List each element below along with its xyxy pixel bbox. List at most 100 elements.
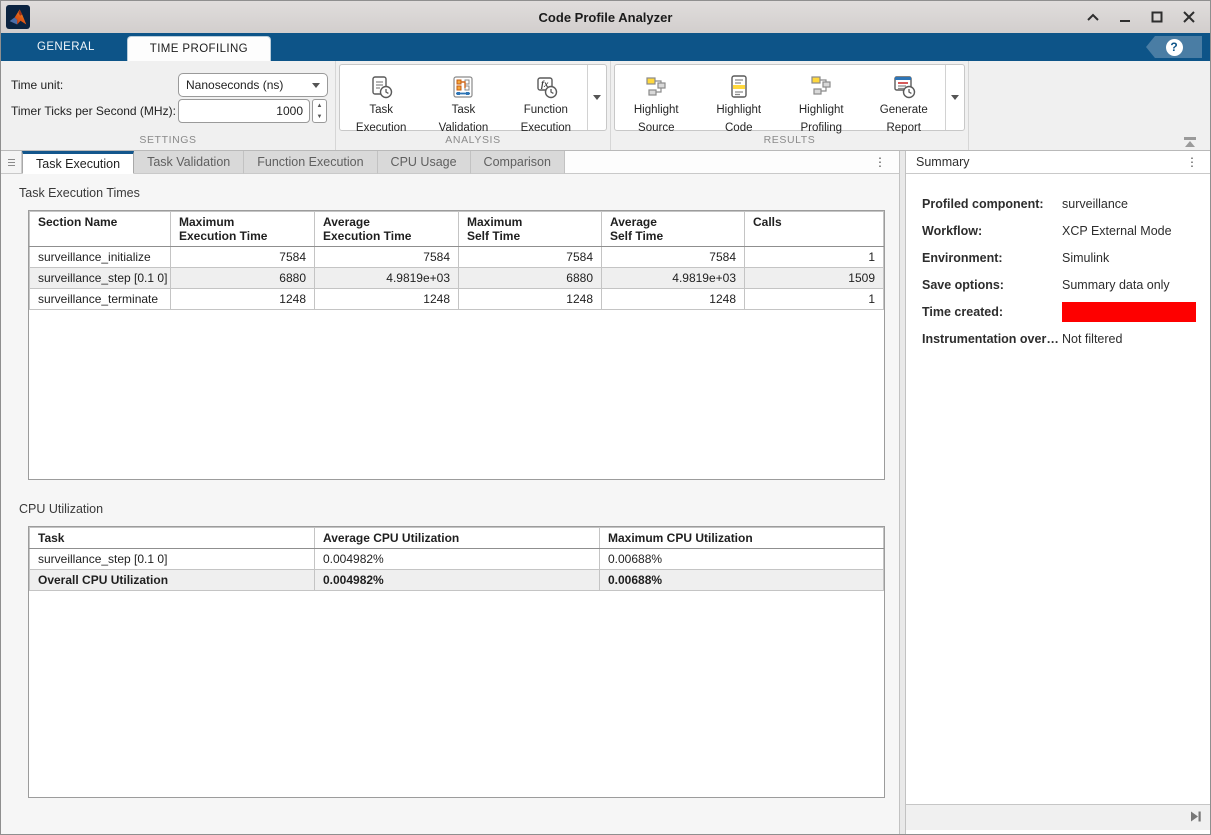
doc-tab-cpu-usage[interactable]: CPU Usage xyxy=(378,151,471,174)
highlight-source-button[interactable]: Highlight Source xyxy=(615,65,698,130)
col-header-task[interactable]: Task xyxy=(30,528,315,549)
analysis-section: Task Execution xyxy=(336,61,611,150)
highlight-profiling-label-1: Highlight xyxy=(799,103,844,118)
document-panel: Task Execution Task Validation Function … xyxy=(1,151,900,834)
col-header-avg-self-time[interactable]: AverageSelf Time xyxy=(602,212,745,247)
function-execution-label-1: Function xyxy=(524,103,568,118)
summary-field-workflow: Workflow: XCP External Mode xyxy=(922,217,1202,244)
highlight-code-button[interactable]: Highlight Code xyxy=(698,65,781,130)
task-validation-button[interactable]: Task Validation xyxy=(422,65,504,130)
function-execution-icon: fx xyxy=(532,74,560,100)
timer-ticks-stepper[interactable]: ▲ ▼ xyxy=(312,99,327,123)
summary-field-environment: Environment: Simulink xyxy=(922,244,1202,271)
task-validation-label-2: Validation xyxy=(439,121,489,136)
help-icon: ? xyxy=(1166,39,1183,56)
summary-field-instrumentation-overhead: Instrumentation over… Not filtered xyxy=(922,325,1202,352)
task-execution-icon xyxy=(367,74,395,100)
chevron-down-icon xyxy=(951,95,959,100)
highlight-profiling-label-2: Profiling xyxy=(800,121,842,136)
document-tab-strip: Task Execution Task Validation Function … xyxy=(1,151,899,174)
highlight-code-icon xyxy=(725,74,753,100)
col-header-max-self-time[interactable]: MaximumSelf Time xyxy=(459,212,602,247)
highlight-code-label-1: Highlight xyxy=(716,103,761,118)
table-row[interactable]: surveillance_initialize 7584 7584 7584 7… xyxy=(30,247,884,268)
ribbon-tab-bar: GENERAL TIME PROFILING ? xyxy=(1,33,1210,61)
settings-section: Time unit: Nanoseconds (ns) Timer Ticks … xyxy=(1,61,336,150)
timer-ticks-label: Timer Ticks per Second (MHz): xyxy=(11,104,178,118)
generate-report-icon xyxy=(890,74,918,100)
summary-footer xyxy=(906,804,1210,830)
col-header-calls[interactable]: Calls xyxy=(745,212,884,247)
close-icon[interactable] xyxy=(1178,6,1200,28)
minimize-icon[interactable] xyxy=(1114,6,1136,28)
spinner-down-icon[interactable]: ▼ xyxy=(313,111,326,122)
col-header-max-cpu[interactable]: Maximum CPU Utilization xyxy=(600,528,884,549)
timer-ticks-input[interactable]: 1000 xyxy=(178,99,310,123)
col-header-avg-exec-time[interactable]: AverageExecution Time xyxy=(315,212,459,247)
highlight-code-label-2: Code xyxy=(725,121,753,136)
table-row[interactable]: surveillance_step [0.1 0] 6880 4.9819e+0… xyxy=(30,268,884,289)
chevron-down-icon xyxy=(312,83,320,88)
main-area: Task Execution Task Validation Function … xyxy=(1,151,1210,834)
analysis-more-button[interactable] xyxy=(587,65,606,130)
doc-tab-task-execution[interactable]: Task Execution xyxy=(22,151,134,174)
time-unit-value: Nanoseconds (ns) xyxy=(186,78,283,92)
tab-time-profiling[interactable]: TIME PROFILING xyxy=(127,36,271,61)
window-controls xyxy=(1082,6,1210,28)
summary-fields: Profiled component: surveillance Workflo… xyxy=(906,174,1210,804)
task-execution-label-1: Task xyxy=(369,103,393,118)
task-execution-label-2: Execution xyxy=(356,121,407,136)
tab-general[interactable]: GENERAL xyxy=(15,33,117,61)
maximize-icon[interactable] xyxy=(1146,6,1168,28)
titlebar: Code Profile Analyzer xyxy=(1,1,1210,33)
skip-to-end-icon[interactable] xyxy=(1190,809,1202,827)
time-unit-dropdown[interactable]: Nanoseconds (ns) xyxy=(178,73,328,97)
summary-field-save-options: Save options: Summary data only xyxy=(922,271,1202,298)
task-execution-button[interactable]: Task Execution xyxy=(340,65,422,130)
highlight-profiling-button[interactable]: Highlight Profiling xyxy=(780,65,863,130)
generate-report-label-1: Generate xyxy=(880,103,928,118)
exec-times-table: Section Name MaximumExecution Time Avera… xyxy=(28,210,885,480)
col-header-avg-cpu[interactable]: Average CPU Utilization xyxy=(315,528,600,549)
function-execution-label-2: Execution xyxy=(521,121,572,136)
chevron-down-icon xyxy=(593,95,601,100)
cpu-utilization-table: Task Average CPU Utilization Maximum CPU… xyxy=(28,526,885,798)
tabstrip-menu-icon[interactable]: ⋮ xyxy=(861,151,899,173)
chevron-up-icon[interactable] xyxy=(1082,6,1104,28)
generate-report-button[interactable]: Generate Report xyxy=(863,65,946,130)
doc-tab-function-execution[interactable]: Function Execution xyxy=(244,151,377,174)
summary-field-time-created: Time created: xyxy=(922,298,1202,325)
summary-title: Summary xyxy=(916,155,969,169)
cpu-utilization-title: CPU Utilization xyxy=(19,502,899,516)
panel-grip-icon[interactable] xyxy=(1,151,22,173)
task-execution-content: Task Execution Times Section Name Maximu… xyxy=(1,174,899,834)
settings-caption: SETTINGS xyxy=(1,133,335,150)
time-unit-label: Time unit: xyxy=(11,78,178,92)
window-title: Code Profile Analyzer xyxy=(1,10,1210,25)
results-more-button[interactable] xyxy=(945,65,964,130)
summary-field-profiled-component: Profiled component: surveillance xyxy=(922,190,1202,217)
collapse-toolstrip-icon[interactable] xyxy=(1182,135,1198,147)
function-execution-button[interactable]: fx Function Execution xyxy=(505,65,587,130)
doc-tab-task-validation[interactable]: Task Validation xyxy=(134,151,244,174)
exec-table-header-row: Section Name MaximumExecution Time Avera… xyxy=(30,212,884,247)
col-header-max-exec-time[interactable]: MaximumExecution Time xyxy=(171,212,315,247)
toolstrip-spacer xyxy=(969,61,1210,150)
col-header-section-name[interactable]: Section Name xyxy=(30,212,171,247)
exec-times-title: Task Execution Times xyxy=(19,186,899,200)
highlight-source-icon xyxy=(642,74,670,100)
summary-menu-icon[interactable]: ⋮ xyxy=(1184,156,1200,168)
table-row[interactable]: surveillance_step [0.1 0] 0.004982% 0.00… xyxy=(30,549,884,570)
spinner-up-icon[interactable]: ▲ xyxy=(313,100,326,111)
help-button[interactable]: ? xyxy=(1146,36,1202,58)
cpu-table-header-row: Task Average CPU Utilization Maximum CPU… xyxy=(30,528,884,549)
highlight-source-label-1: Highlight xyxy=(634,103,679,118)
toolstrip: Time unit: Nanoseconds (ns) Timer Ticks … xyxy=(1,61,1210,151)
highlight-profiling-icon xyxy=(807,74,835,100)
table-row[interactable]: Overall CPU Utilization 0.004982% 0.0068… xyxy=(30,570,884,591)
task-validation-label-1: Task xyxy=(452,103,476,118)
table-row[interactable]: surveillance_terminate 1248 1248 1248 12… xyxy=(30,289,884,310)
results-section: Highlight Source Highlight xyxy=(611,61,969,150)
summary-panel: Summary ⋮ Profiled component: surveillan… xyxy=(905,151,1210,834)
doc-tab-comparison[interactable]: Comparison xyxy=(471,151,565,174)
